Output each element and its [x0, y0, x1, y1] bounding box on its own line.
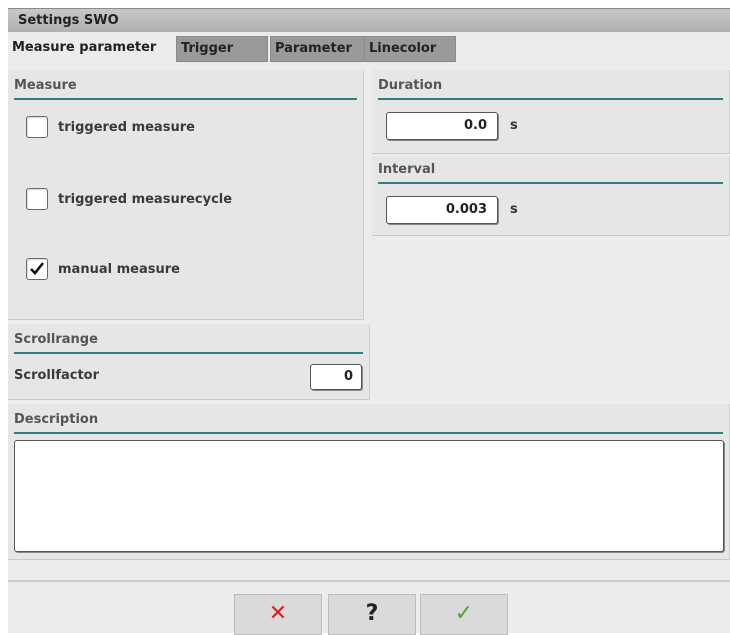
tab-bar: Measure parameter Trigger Parameter Line… — [8, 32, 730, 62]
tab-linecolor[interactable]: Linecolor — [364, 36, 456, 62]
close-icon: ✕ — [268, 601, 288, 626]
help-button[interactable]: ? — [328, 594, 416, 635]
scrollrange-group: Scrollrange Scrollfactor 0 — [8, 324, 370, 400]
interval-group: Interval 0.003 s — [372, 156, 730, 236]
check-icon: ✓ — [454, 601, 474, 626]
scrollrange-title: Scrollrange — [14, 332, 98, 347]
triggered-measure-checkbox[interactable] — [26, 116, 48, 138]
tab-trigger[interactable]: Trigger — [176, 36, 268, 62]
checkmark-icon — [30, 262, 45, 275]
ok-button[interactable]: ✓ — [420, 594, 508, 635]
measure-title: Measure — [14, 78, 77, 93]
description-title: Description — [14, 412, 99, 427]
description-textarea[interactable] — [14, 440, 724, 552]
scrollfactor-field[interactable]: 0 — [310, 364, 362, 390]
duration-unit: s — [510, 118, 518, 133]
measure-group: Measure triggered measure triggered meas… — [8, 70, 364, 320]
help-icon: ? — [365, 601, 379, 626]
tab-measure-parameter[interactable]: Measure parameter — [8, 36, 176, 62]
triggered-measure-label: triggered measure — [58, 120, 195, 135]
duration-group: Duration 0.0 s — [372, 70, 730, 154]
scrollrange-divider — [14, 352, 363, 354]
duration-divider — [378, 98, 723, 100]
triggered-measurecycle-label: triggered measurecycle — [58, 192, 233, 207]
duration-field[interactable]: 0.0 — [386, 112, 498, 140]
title-bar: Settings SWO — [8, 8, 730, 32]
triggered-measurecycle-checkbox[interactable] — [26, 188, 48, 210]
measure-divider — [14, 98, 357, 100]
scrollfactor-label: Scrollfactor — [14, 368, 100, 383]
manual-measure-checkbox[interactable] — [26, 258, 48, 280]
description-divider — [14, 432, 723, 434]
interval-divider — [378, 182, 723, 184]
settings-panel: Measure triggered measure triggered meas… — [8, 62, 730, 628]
interval-title: Interval — [378, 162, 436, 177]
duration-title: Duration — [378, 78, 443, 93]
cancel-button[interactable]: ✕ — [234, 594, 322, 635]
window-title: Settings SWO — [18, 13, 119, 28]
manual-measure-label: manual measure — [58, 262, 180, 277]
button-bar: ✕ ? ✓ — [8, 580, 730, 635]
description-group: Description — [8, 404, 730, 560]
interval-field[interactable]: 0.003 — [386, 196, 498, 224]
interval-unit: s — [510, 202, 518, 217]
tab-parameter[interactable]: Parameter — [270, 36, 366, 62]
